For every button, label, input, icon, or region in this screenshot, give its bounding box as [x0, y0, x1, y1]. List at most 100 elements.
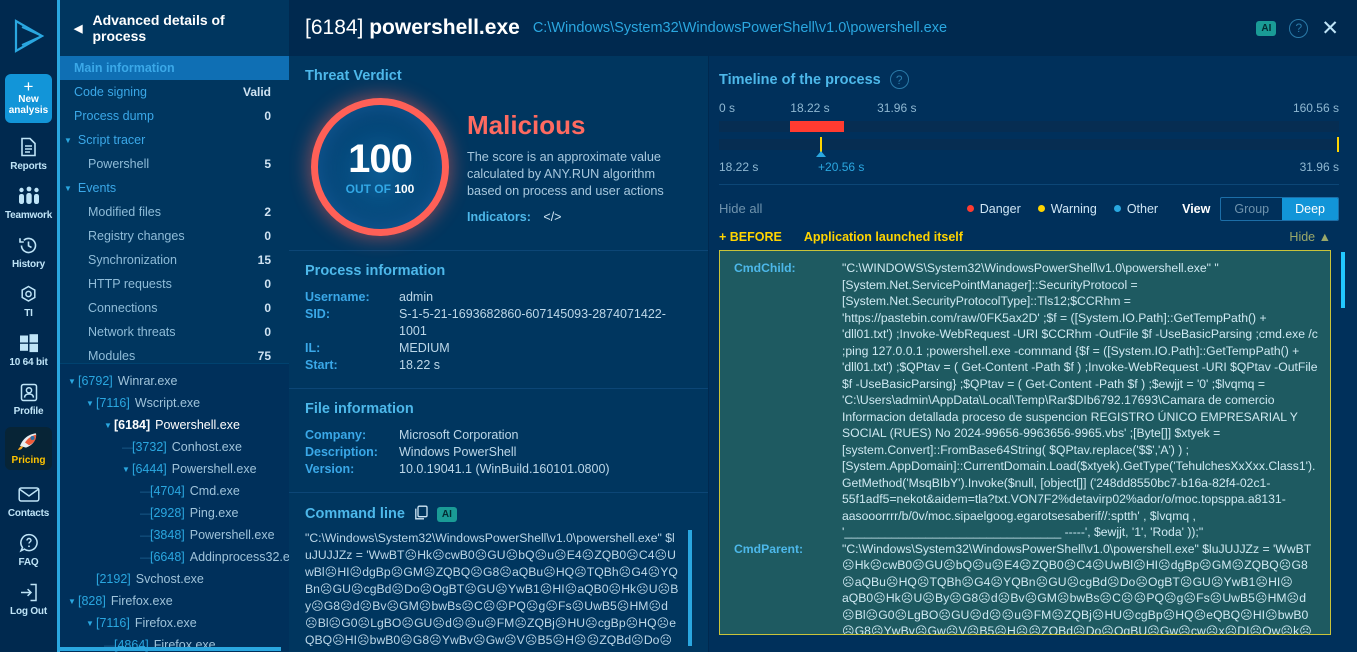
event-group-header: + BEFORE Application launched itself Hid…: [719, 230, 1357, 244]
process-tree-row[interactable]: — [4704] Cmd.exe: [60, 480, 289, 502]
timeline-sub-labels: 18.22 s +20.56 s 31.96 s: [719, 160, 1339, 176]
tree-twisty-icon[interactable]: ▼: [122, 465, 132, 474]
close-icon[interactable]: ✕: [1321, 18, 1339, 39]
timeline-sub-marker: +20.56 s: [818, 160, 865, 174]
rail-item-os[interactable]: 10 64 bit: [5, 331, 52, 368]
tree-twisty-icon[interactable]: ▼: [104, 421, 114, 430]
details-row-connections[interactable]: Connections 0: [60, 296, 289, 320]
page-title: [6184] powershell.exe: [305, 16, 520, 40]
details-row-main-information[interactable]: Main information: [60, 56, 289, 80]
tree-row-pid: [6792]: [78, 374, 113, 388]
process-tree-row[interactable]: ▼ [7116] Firefox.exe: [60, 612, 289, 634]
details-row-http-requests[interactable]: HTTP requests 0: [60, 272, 289, 296]
process-tree-row[interactable]: [2192] Svchost.exe: [60, 568, 289, 590]
rail-label-ti: TI: [24, 308, 33, 319]
details-row-modified-files[interactable]: Modified files 2: [60, 200, 289, 224]
rail-item-history[interactable]: History: [5, 233, 52, 270]
tree-twisty-icon[interactable]: ▼: [86, 619, 96, 628]
chevron-down-icon[interactable]: ▼: [64, 184, 72, 193]
details-row-registry-changes[interactable]: Registry changes 0: [60, 224, 289, 248]
help-icon[interactable]: ?: [1289, 18, 1309, 38]
rail-item-contacts[interactable]: Contacts: [5, 482, 52, 519]
details-row-code-signing[interactable]: Code signing Valid: [60, 80, 289, 104]
file-info-row: Version: 10.0.19041.1 (WinBuild.160101.08…: [305, 461, 692, 478]
rail-item-teamwork[interactable]: Teamwork: [5, 184, 52, 221]
command-line-text[interactable]: "C:\Windows\System32\WindowsPowerShell\v…: [305, 530, 692, 646]
legend-item-warning[interactable]: Warning: [1037, 202, 1097, 216]
tree-twisty-icon[interactable]: ▼: [86, 399, 96, 408]
tree-row-name: Powershell.exe: [171, 462, 257, 476]
timeline-sub-right: 31.96 s: [1299, 160, 1339, 174]
event-row-label: CmdParent:: [734, 541, 804, 556]
threat-score-value: 100: [348, 136, 413, 181]
process-tree-row[interactable]: — [2928] Ping.exe: [60, 502, 289, 524]
tree-twisty-icon[interactable]: ▼: [68, 597, 78, 606]
advanced-details-sidebar: ◀ Advanced details of process Main infor…: [57, 0, 289, 652]
view-mode-group[interactable]: Group: [1221, 198, 1282, 220]
threat-verdict-section: Threat Verdict 100 OUT OF 100 Malicious …: [289, 56, 708, 251]
details-row-value: 0: [264, 277, 271, 291]
legend-dot-icon: [1113, 205, 1121, 212]
details-row-powershell[interactable]: Powershell 5: [60, 152, 289, 176]
details-row-label: Powershell: [88, 157, 150, 171]
ai-badge-header[interactable]: AI: [1256, 20, 1277, 36]
process-info-row: IL: MEDIUM: [305, 340, 692, 357]
process-tree-row[interactable]: ▼ [6444] Powershell.exe: [60, 458, 289, 480]
indicators-code-icon[interactable]: </>: [543, 210, 561, 224]
details-row-modules[interactable]: Modules 75: [60, 344, 289, 363]
rail-item-reports[interactable]: Reports: [5, 135, 52, 172]
details-row-process-dump[interactable]: Process dump 0: [60, 104, 289, 128]
hide-all-button[interactable]: Hide all: [719, 201, 762, 216]
tree-twisty-icon[interactable]: ▼: [68, 377, 78, 386]
advanced-details-title: Advanced details of process: [92, 12, 225, 44]
details-row-value: 0: [264, 301, 271, 315]
back-triangle-icon[interactable]: ◀: [74, 22, 82, 35]
legend-item-other[interactable]: Other: [1113, 202, 1158, 216]
process-tree-row[interactable]: —[6648] Addinprocess32.exe: [60, 546, 289, 568]
timeline-legend: Danger Warning Other: [966, 202, 1158, 216]
anyrun-logo[interactable]: [0, 0, 57, 72]
tree-row-pid: [828]: [78, 594, 106, 608]
process-tree-row[interactable]: ▼ [828] Firefox.exe: [60, 590, 289, 612]
windows-icon: [19, 331, 39, 355]
details-row-value: 0: [264, 325, 271, 339]
timeline-range-bar[interactable]: [719, 121, 1339, 132]
details-row-label: Connections: [88, 301, 158, 315]
file-information-heading: File information: [305, 401, 414, 417]
timeline-detail-bar[interactable]: [719, 137, 1340, 157]
ai-badge-command-line[interactable]: AI: [436, 506, 457, 522]
tree-row-pid: [2192]: [96, 572, 131, 586]
tree-row-name: Addinprocess32.exe: [189, 550, 289, 564]
copy-icon[interactable]: [414, 505, 428, 523]
details-row-events[interactable]: ▼ Events: [60, 176, 289, 200]
rail-item-pricing[interactable]: Pricing: [5, 427, 52, 470]
event-hide-button[interactable]: Hide ▲: [1289, 230, 1331, 244]
rail-item-logout[interactable]: Log Out: [5, 580, 52, 617]
question-circle-icon[interactable]: ?: [889, 70, 909, 89]
process-tree-row[interactable]: ▼ [6184] Powershell.exe: [60, 414, 289, 436]
new-analysis-label-2: analysis: [8, 105, 49, 116]
rail-item-profile[interactable]: Profile: [5, 380, 52, 417]
view-mode-deep[interactable]: Deep: [1282, 197, 1338, 220]
details-row-synchronization[interactable]: Synchronization 15: [60, 248, 289, 272]
timeline-marker-arrow: [816, 151, 827, 157]
logout-arrow-icon: [19, 580, 38, 604]
indicators-label: Indicators:: [467, 210, 531, 224]
file-info-value: Windows PowerShell: [399, 445, 517, 459]
details-row-script-tracer[interactable]: ▼ Script tracer: [60, 128, 289, 152]
process-tree-scrollbar[interactable]: [60, 647, 281, 651]
new-analysis-button[interactable]: + New analysis: [5, 74, 52, 123]
process-tree-row[interactable]: ▼ [6792] Winrar.exe: [60, 370, 289, 392]
rail-item-ti[interactable]: TI: [5, 282, 52, 319]
legend-item-danger[interactable]: Danger: [966, 202, 1021, 216]
chevron-down-icon[interactable]: ▼: [64, 136, 72, 145]
event-list-scrollbar[interactable]: [1341, 252, 1345, 308]
command-line-scrollbar[interactable]: [688, 530, 692, 646]
process-tree-row[interactable]: ▼ [7116] Wscript.exe: [60, 392, 289, 414]
process-tree-row[interactable]: — [3732] Conhost.exe: [60, 436, 289, 458]
details-row-network-threats[interactable]: Network threats 0: [60, 320, 289, 344]
process-tree-row[interactable]: — [3848] Powershell.exe: [60, 524, 289, 546]
event-before-label[interactable]: + BEFORE: [719, 230, 782, 244]
user-badge-icon: [20, 380, 38, 404]
rail-item-faq[interactable]: FAQ: [5, 531, 52, 568]
